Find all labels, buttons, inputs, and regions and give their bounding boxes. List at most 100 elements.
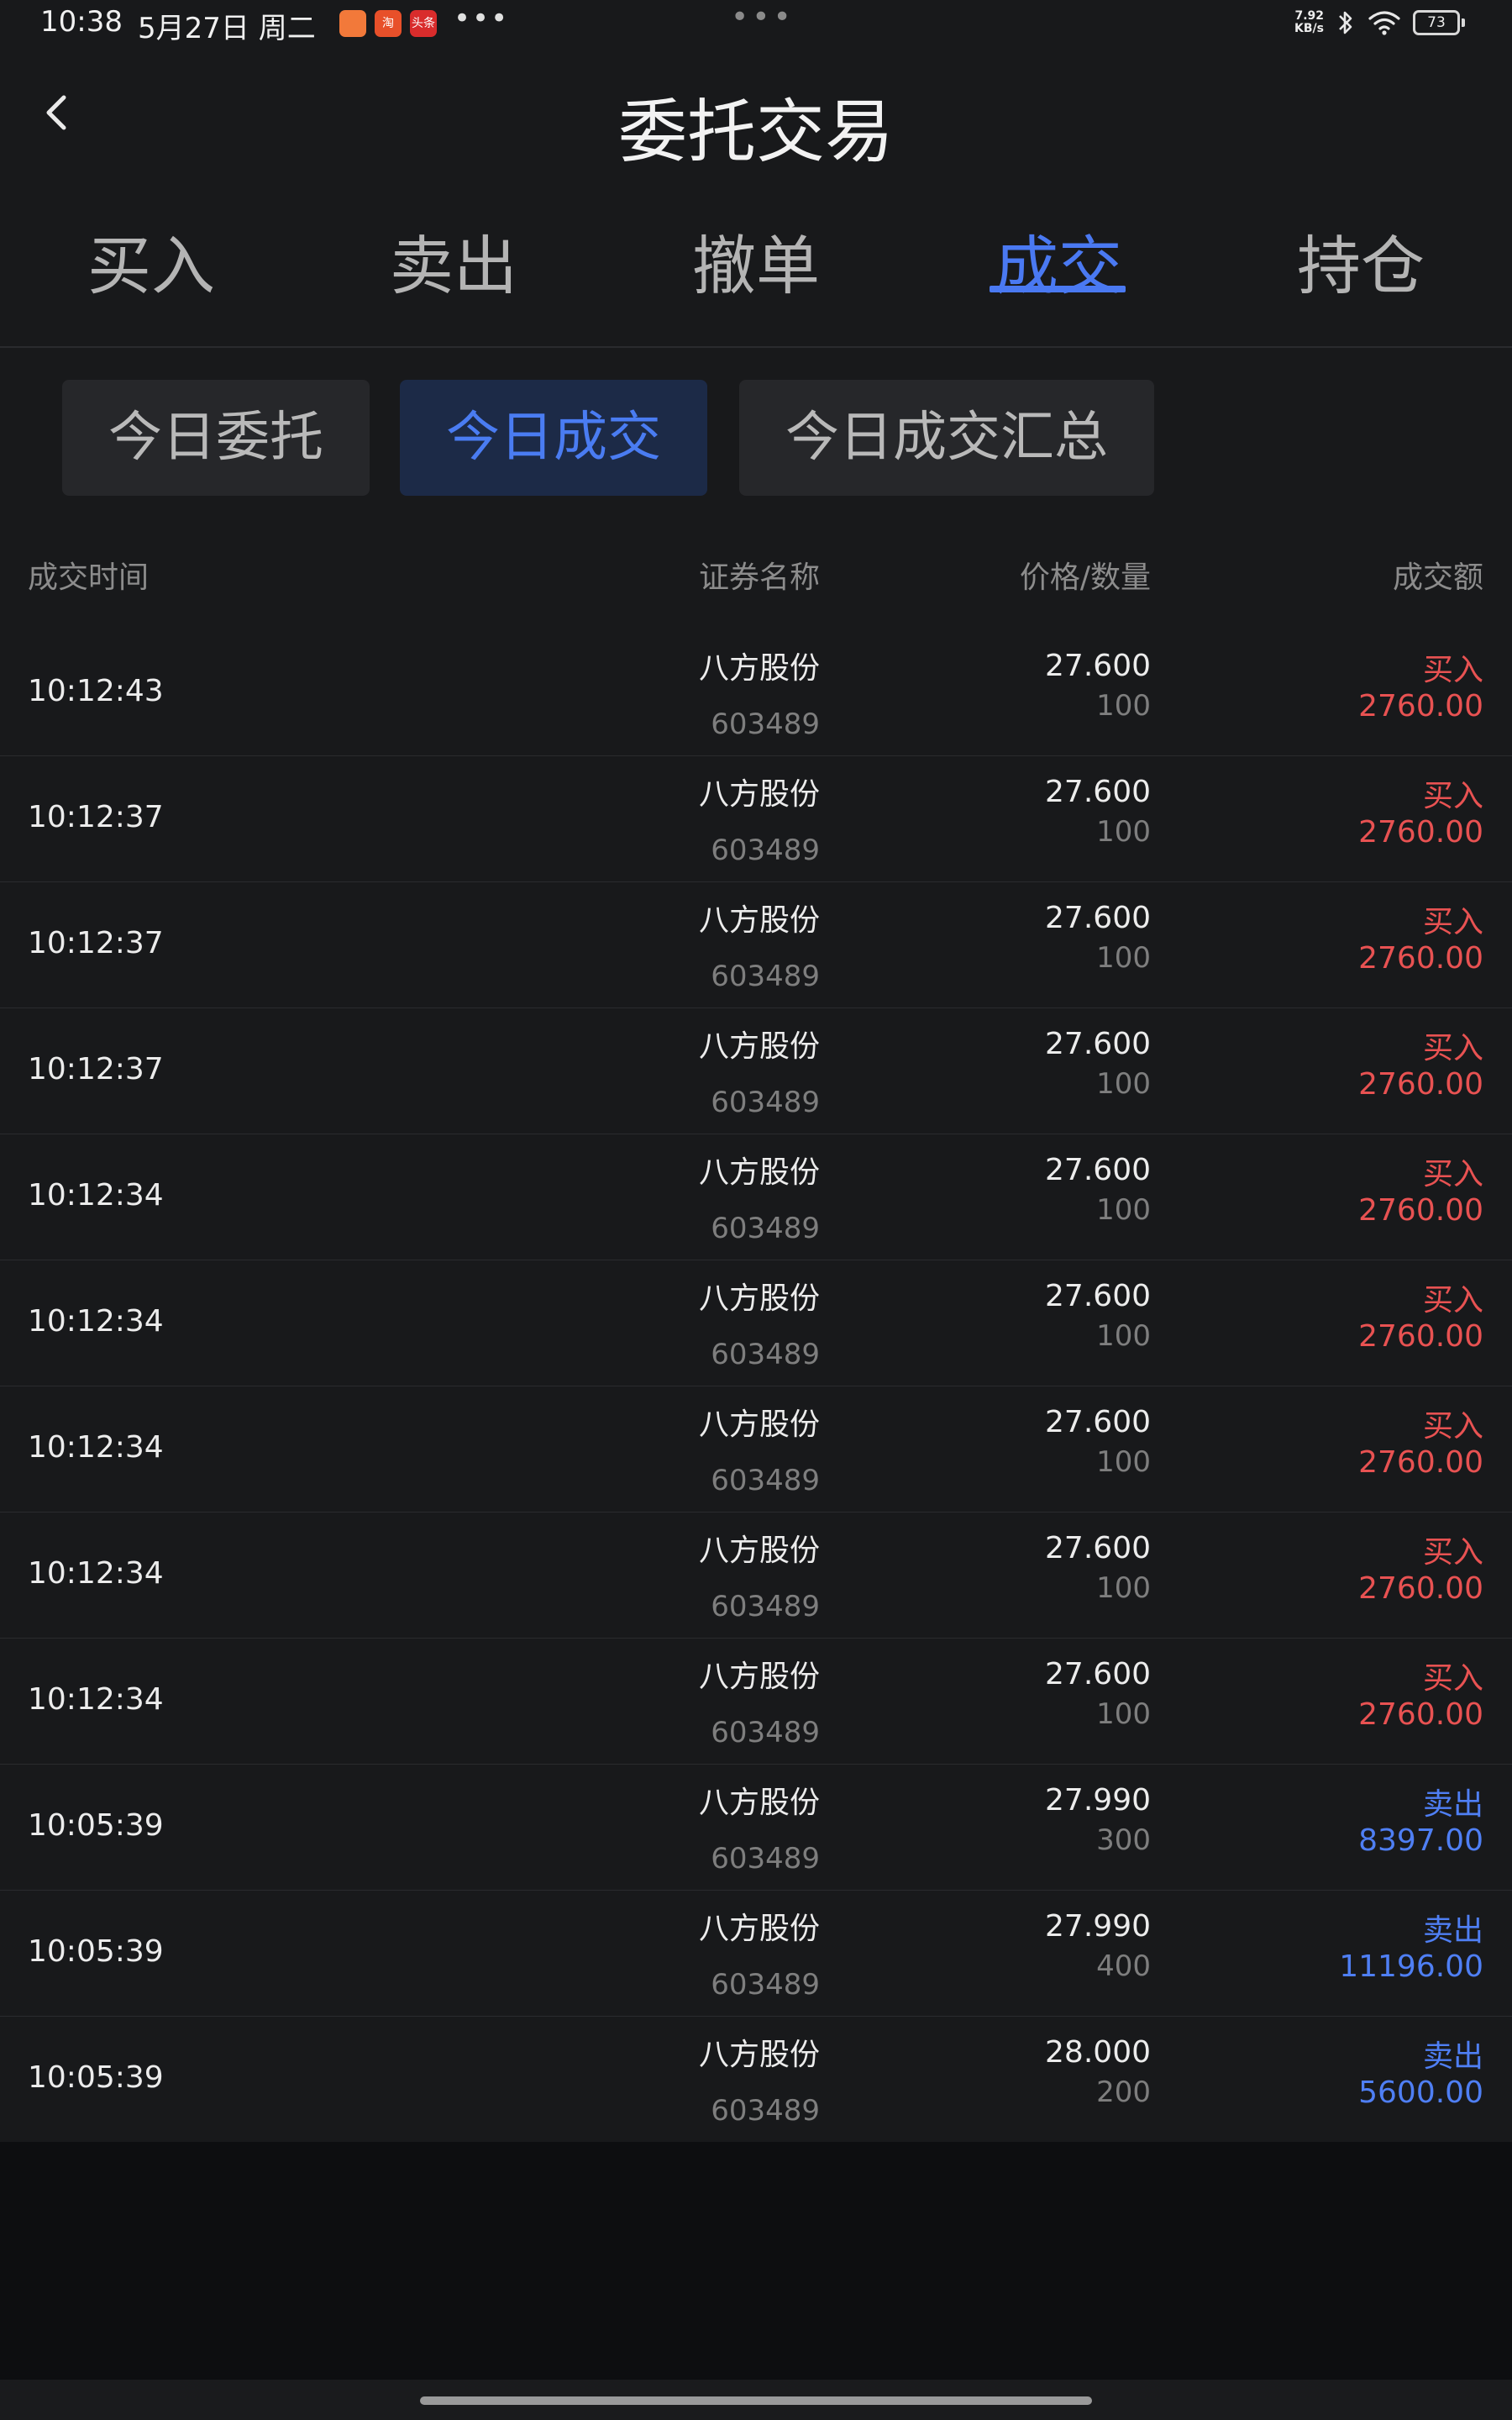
table-row[interactable]: 10:12:34 八方股份 603489 27.600 100 买入 2760.00 — [0, 1512, 1512, 1638]
table-header: 成交时间 证券名称 价格/数量 成交额 — [0, 529, 1512, 630]
active-tab-indicator — [990, 286, 1126, 292]
trade-amount: 2760.00 — [1358, 941, 1483, 976]
app-header: 委托交易 买入 卖出 撤单 成交 持仓 — [0, 52, 1512, 346]
trade-quantity: 100 — [1096, 1571, 1151, 1605]
trade-amount: 2760.00 — [1358, 1571, 1483, 1606]
trade-side: 买入 — [1422, 1283, 1483, 1318]
security-code: 603489 — [711, 1212, 820, 1245]
column-header-time: 成交时间 — [28, 560, 150, 595]
trade-amount: 2760.00 — [1358, 1193, 1483, 1228]
status-app-icons: 淘头条 — [339, 10, 437, 37]
security-name: 八方股份 — [698, 903, 820, 938]
trade-side: 买入 — [1422, 1031, 1483, 1065]
trade-time: 10:12:37 — [28, 926, 164, 960]
trade-price: 27.600 — [1045, 901, 1151, 935]
trade-price: 27.600 — [1045, 649, 1151, 683]
table-row[interactable]: 10:12:34 八方股份 603489 27.600 100 买入 2760.00 — [0, 1638, 1512, 1764]
battery-level: 73 — [1427, 14, 1446, 31]
bluetooth-icon — [1339, 11, 1352, 34]
network-speed: 7.92 KB/s — [1294, 9, 1324, 35]
status-indicators: 7.92 KB/s 73 — [1294, 8, 1465, 37]
trade-quantity: 100 — [1096, 941, 1151, 975]
security-name: 八方股份 — [698, 1660, 820, 1694]
table-row[interactable]: 10:05:39 八方股份 603489 27.990 400 卖出 11196.00 — [0, 1890, 1512, 2016]
trade-side: 买入 — [1422, 653, 1483, 687]
security-name: 八方股份 — [698, 1029, 820, 1064]
tab-buy[interactable]: 买入 — [0, 216, 302, 346]
table-row[interactable]: 10:05:39 八方股份 603489 28.000 200 卖出 5600.00 — [0, 2016, 1512, 2142]
table-row[interactable]: 10:12:37 八方股份 603489 27.600 100 买入 2760.00 — [0, 881, 1512, 1007]
tab-trades[interactable]: 成交 — [907, 216, 1210, 346]
trade-quantity: 100 — [1096, 1319, 1151, 1353]
chip-today-orders[interactable]: 今日委托 — [62, 380, 370, 496]
trade-price: 27.600 — [1045, 1279, 1151, 1313]
trade-side: 买入 — [1422, 905, 1483, 939]
security-name: 八方股份 — [698, 651, 820, 686]
tab-sell[interactable]: 卖出 — [302, 216, 605, 346]
trade-time: 10:05:39 — [28, 2060, 164, 2095]
trade-quantity: 200 — [1096, 2075, 1151, 2109]
security-code: 603489 — [711, 960, 820, 993]
trade-amount: 8397.00 — [1358, 1823, 1483, 1858]
trade-time: 10:12:34 — [28, 1178, 164, 1213]
tab-positions[interactable]: 持仓 — [1210, 216, 1512, 346]
trade-time: 10:05:39 — [28, 1934, 164, 1969]
trades-table: 成交时间 证券名称 价格/数量 成交额 10:12:43 八方股份 603489 27… — [0, 529, 1512, 2142]
security-code: 603489 — [711, 708, 820, 741]
trade-side: 买入 — [1422, 1157, 1483, 1192]
trade-side: 买入 — [1422, 1535, 1483, 1570]
trade-price: 27.990 — [1045, 1909, 1151, 1944]
security-code: 603489 — [711, 1716, 820, 1749]
trade-price: 27.600 — [1045, 1027, 1151, 1061]
more-notifications-icon: ••• — [454, 2, 510, 35]
tab-cancel-order[interactable]: 撤单 — [605, 216, 907, 346]
security-code: 603489 — [711, 1464, 820, 1497]
trade-amount: 2760.00 — [1358, 815, 1483, 850]
page-title: 委托交易 — [617, 92, 894, 172]
security-code: 603489 — [711, 1968, 820, 2002]
chip-today-trades[interactable]: 今日成交 — [400, 380, 707, 496]
security-code: 603489 — [711, 1842, 820, 1876]
table-row[interactable]: 10:12:37 八方股份 603489 27.600 100 买入 2760.00 — [0, 1007, 1512, 1134]
table-row[interactable]: 10:12:34 八方股份 603489 27.600 100 买入 2760.00 — [0, 1260, 1512, 1386]
table-row[interactable]: 10:12:34 八方股份 603489 27.600 100 买入 2760.00 — [0, 1386, 1512, 1512]
trade-time: 10:12:34 — [28, 1430, 164, 1465]
security-code: 603489 — [711, 2094, 820, 2128]
security-code: 603489 — [711, 1086, 820, 1119]
multitask-handle-icon[interactable]: ••• — [731, 0, 795, 34]
status-time: 10:38 — [40, 5, 123, 39]
trade-filter-bar: 今日委托 今日成交 今日成交汇总 — [0, 348, 1512, 529]
trade-time: 10:12:34 — [28, 1304, 164, 1339]
security-name: 八方股份 — [698, 777, 820, 812]
trade-side: 卖出 — [1422, 1913, 1483, 1948]
trade-price: 27.600 — [1045, 1531, 1151, 1565]
trade-price: 27.600 — [1045, 1657, 1151, 1691]
table-row[interactable]: 10:12:43 八方股份 603489 27.600 100 买入 2760.00 — [0, 630, 1512, 755]
security-code: 603489 — [711, 834, 820, 867]
trade-amount: 2760.00 — [1358, 689, 1483, 723]
trade-price: 28.000 — [1045, 2035, 1151, 2070]
trade-amount: 5600.00 — [1358, 2075, 1483, 2110]
trade-side: 买入 — [1422, 1661, 1483, 1696]
trade-amount: 2760.00 — [1358, 1067, 1483, 1102]
trade-price: 27.600 — [1045, 1405, 1151, 1439]
taobao-app-icon — [339, 10, 366, 37]
battery-icon: 73 — [1413, 10, 1465, 35]
trade-side: 卖出 — [1422, 2039, 1483, 2074]
trade-quantity: 400 — [1096, 1949, 1151, 1983]
home-indicator[interactable] — [420, 2396, 1092, 2405]
table-row[interactable]: 10:12:37 八方股份 603489 27.600 100 买入 2760.00 — [0, 755, 1512, 881]
trade-quantity: 100 — [1096, 1193, 1151, 1227]
security-name: 八方股份 — [698, 1155, 820, 1190]
trade-price: 27.990 — [1045, 1783, 1151, 1818]
table-row[interactable]: 10:05:39 八方股份 603489 27.990 300 卖出 8397.00 — [0, 1764, 1512, 1890]
trade-amount: 2760.00 — [1358, 1697, 1483, 1732]
trade-quantity: 100 — [1096, 1067, 1151, 1101]
column-header-name: 证券名称 — [698, 560, 820, 595]
trade-time: 10:12:43 — [28, 674, 164, 708]
trade-time: 10:05:39 — [28, 1808, 164, 1843]
column-header-amount: 成交额 — [1392, 560, 1483, 595]
chip-today-trades-summary[interactable]: 今日成交汇总 — [739, 380, 1154, 496]
table-row[interactable]: 10:12:34 八方股份 603489 27.600 100 买入 2760.00 — [0, 1134, 1512, 1260]
trade-time: 10:12:34 — [28, 1556, 164, 1591]
